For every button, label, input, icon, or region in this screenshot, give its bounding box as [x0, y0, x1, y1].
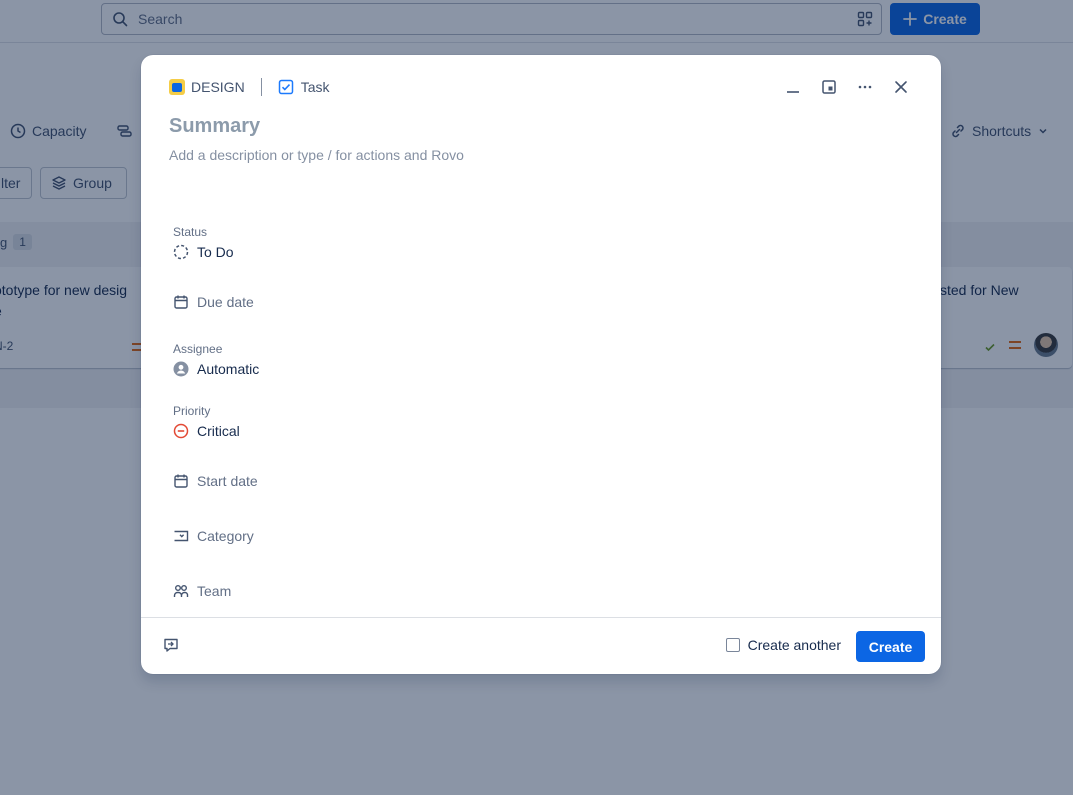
assignee-field[interactable]: Automatic — [172, 360, 259, 378]
create-button[interactable]: Create — [856, 631, 925, 662]
dialog-footer: Create another Create — [141, 617, 941, 674]
status-field[interactable]: To Do — [172, 243, 234, 261]
project-icon — [169, 79, 185, 95]
create-another-checkbox[interactable] — [725, 638, 740, 652]
start-date-field[interactable]: Start date — [172, 472, 258, 490]
create-another-label: Create another — [747, 637, 841, 653]
more-horizontal-icon — [858, 85, 872, 89]
feedback-button[interactable] — [163, 637, 179, 658]
priority-field[interactable]: Critical — [172, 422, 240, 440]
more-actions-button[interactable] — [853, 75, 877, 99]
minimize-icon — [787, 91, 799, 93]
description-input[interactable]: Add a description or type / for actions … — [169, 147, 464, 163]
project-name[interactable]: DESIGN — [191, 79, 245, 95]
issue-type[interactable]: Task — [301, 79, 330, 95]
minimize-button[interactable] — [781, 75, 805, 99]
restore-button[interactable] — [817, 75, 841, 99]
calendar-icon — [174, 295, 188, 309]
feedback-icon — [164, 638, 178, 652]
priority-value: Critical — [197, 423, 240, 439]
due-date-placeholder: Due date — [197, 294, 254, 310]
category-placeholder: Category — [197, 528, 254, 544]
close-icon — [895, 81, 907, 93]
status-label: Status — [173, 225, 208, 239]
team-field[interactable]: Team — [172, 582, 231, 600]
start-date-placeholder: Start date — [197, 473, 258, 489]
category-select-icon — [174, 530, 189, 542]
dialog-header: DESIGN Task — [169, 77, 329, 97]
app-root: Search Create Capacity Shortcuts lter Gr… — [0, 0, 1073, 795]
due-date-field[interactable]: Due date — [172, 293, 254, 311]
priority-critical-icon — [173, 423, 189, 439]
team-icon — [173, 585, 189, 597]
calendar-icon — [174, 474, 188, 488]
create-another-toggle[interactable]: Create another — [725, 637, 841, 653]
assignee-value: Automatic — [197, 361, 260, 377]
task-checkbox-icon — [278, 79, 293, 95]
assignee-label: Assignee — [173, 342, 223, 356]
team-placeholder: Team — [197, 583, 232, 599]
category-field[interactable]: Category — [172, 527, 254, 545]
status-value: To Do — [197, 244, 234, 260]
dialog-window-controls — [781, 75, 913, 99]
restore-window-icon — [822, 80, 836, 94]
summary-input[interactable]: Summary — [169, 115, 260, 138]
user-avatar-icon — [173, 361, 189, 377]
close-button[interactable] — [889, 75, 913, 99]
status-todo-icon — [173, 244, 189, 260]
priority-label: Priority — [173, 404, 211, 418]
create-issue-dialog: DESIGN Task Summary Add a description or… — [141, 55, 941, 674]
header-divider — [260, 78, 262, 96]
